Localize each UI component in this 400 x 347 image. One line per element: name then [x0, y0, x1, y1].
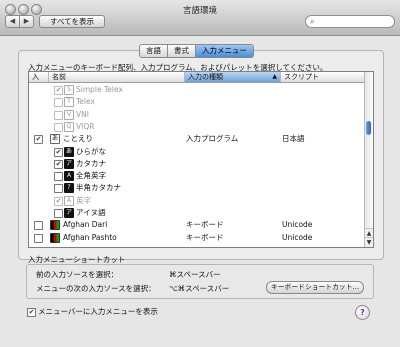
- scroll-down-arrow[interactable]: ▼: [365, 237, 373, 247]
- input-source-icon: Q: [64, 121, 74, 132]
- input-mode-checkbox[interactable]: ✔: [54, 196, 63, 206]
- search-field[interactable]: ⌕: [305, 15, 395, 28]
- input-source-name: VIQR: [76, 121, 95, 131]
- prev-source-label: 前の入力ソースを選択：: [36, 270, 119, 279]
- table-scrollbar[interactable]: ▲ ▼: [364, 72, 373, 247]
- next-source-shortcut: ⌥⌘スペースバー: [169, 284, 230, 293]
- row-enable-checkbox[interactable]: ✔: [34, 135, 43, 145]
- input-mode-checkbox[interactable]: [54, 184, 63, 194]
- input-mode-checkbox[interactable]: ✔: [54, 86, 63, 95]
- input-mode-checkbox[interactable]: ✔: [54, 159, 63, 169]
- next-source-label: メニューの次の入力ソースを選択：: [36, 284, 156, 293]
- table-header: 入 名前 入力の種類 ▲ スクリプト: [29, 72, 365, 83]
- input-mode-checkbox[interactable]: [54, 172, 63, 182]
- keyboard-shortcuts-button[interactable]: キーボードショートカット...: [266, 281, 364, 294]
- table-row[interactable]: ✔ アカタカナ: [29, 158, 365, 170]
- input-source-icon: ｱ: [64, 183, 74, 194]
- back-icon[interactable]: ◀: [6, 16, 19, 27]
- input-source-name: 全角英字: [76, 171, 106, 181]
- input-source-name: Telex: [76, 97, 95, 107]
- help-button[interactable]: ?: [355, 305, 370, 320]
- row-enable-checkbox[interactable]: [34, 221, 43, 231]
- input-source-name: カタカナ: [76, 158, 106, 168]
- forward-icon[interactable]: ▶: [19, 16, 33, 27]
- tab-formats[interactable]: 書式: [167, 45, 195, 57]
- input-mode-checkbox[interactable]: ✔: [54, 147, 63, 157]
- prev-source-shortcut: ⌘スペースバー: [169, 270, 221, 279]
- input-source-icon: T: [64, 97, 74, 108]
- input-source-name: ひらがな: [76, 146, 106, 156]
- input-source-name: Afghan Dari: [63, 220, 108, 230]
- input-type: 入力プログラム: [186, 134, 239, 144]
- table-row[interactable]: ✔ S Simple Telex: [29, 84, 365, 96]
- row-enable-checkbox[interactable]: [34, 233, 43, 243]
- input-mode-checkbox[interactable]: [54, 122, 63, 132]
- table-row[interactable]: ✔ あことえり 入力プログラム 日本語: [29, 133, 365, 145]
- table-row[interactable]: Afghan Pashto キーボード Unicode: [29, 232, 365, 244]
- input-source-name: Simple Telex: [76, 85, 123, 94]
- sort-ascending-icon: ▲: [272, 73, 277, 80]
- afghanistan-flag-icon: [50, 220, 60, 231]
- input-mode-checkbox[interactable]: [54, 110, 63, 120]
- show-input-menu-checkbox[interactable]: ✔: [27, 308, 36, 317]
- column-header-type[interactable]: 入力の種類 ▲: [185, 72, 281, 82]
- title-bar: 言語環境 ◀ ▶ すべてを表示 ⌕: [0, 0, 400, 36]
- input-type: キーボード: [186, 232, 224, 242]
- back-forward-control: ◀ ▶: [5, 15, 34, 28]
- table-row[interactable]: T Telex: [29, 96, 365, 108]
- afghanistan-flag-icon: [50, 232, 60, 243]
- tab-bar: 言語 書式 入力メニュー: [139, 44, 254, 58]
- input-source-icon: あ: [64, 146, 74, 157]
- input-source-name: アイヌ語: [76, 208, 106, 217]
- preferences-window: 言語環境 ◀ ▶ すべてを表示 ⌕ 言語 書式 入力メニュー 入力メニューのキー…: [0, 0, 400, 347]
- input-source-table: 入 名前 入力の種類 ▲ スクリプト ✔ S Simple Telex T Telex V…: [28, 71, 374, 248]
- input-source-icon: ア: [64, 208, 74, 218]
- table-row[interactable]: Q VIQR: [29, 121, 365, 133]
- column-header-name[interactable]: 名前: [49, 72, 185, 82]
- input-script: Unicode: [282, 232, 313, 242]
- input-source-icon: あ: [50, 134, 60, 145]
- search-icon: ⌕: [310, 17, 315, 26]
- table-row[interactable]: ✔ A 英字: [29, 195, 365, 207]
- scrollbar-thumb[interactable]: [366, 121, 371, 135]
- table-row[interactable]: アアイヌ語: [29, 207, 365, 219]
- column-header-script[interactable]: スクリプト: [281, 72, 365, 82]
- tab-language[interactable]: 言語: [140, 45, 167, 57]
- tab-input-menu[interactable]: 入力メニュー: [195, 45, 253, 57]
- input-script: Unicode: [282, 220, 313, 230]
- input-source-icon: ア: [64, 158, 74, 169]
- table-row[interactable]: V VNI: [29, 109, 365, 121]
- input-mode-checkbox[interactable]: [54, 98, 63, 108]
- show-input-menu-label[interactable]: メニューバーに入力メニューを表示: [38, 306, 158, 317]
- table-row[interactable]: Afghan Dari キーボード Unicode: [29, 219, 365, 231]
- input-source-name: VNI: [76, 109, 89, 119]
- input-source-icon: S: [64, 85, 74, 95]
- input-source-name: ことえり: [63, 134, 93, 144]
- column-header-type-label: 入力の種類: [188, 73, 223, 81]
- input-source-name: 半角カタカナ: [76, 183, 121, 193]
- table-row[interactable]: ｱ半角カタカナ: [29, 182, 365, 194]
- input-source-icon: A: [64, 195, 74, 206]
- input-source-icon: V: [64, 109, 74, 120]
- input-mode-checkbox[interactable]: [54, 209, 63, 218]
- show-all-button[interactable]: すべてを表示: [39, 15, 105, 28]
- input-source-name: Afghan Pashto: [63, 232, 117, 242]
- input-source-icon: A: [64, 171, 74, 182]
- input-source-name: 英字: [76, 195, 91, 205]
- input-type: キーボード: [186, 220, 224, 230]
- table-row[interactable]: A 全角英字: [29, 170, 365, 182]
- input-script: 日本語: [282, 134, 305, 144]
- column-header-enabled[interactable]: 入: [29, 72, 49, 82]
- table-row[interactable]: ✔ あひらがな: [29, 146, 365, 158]
